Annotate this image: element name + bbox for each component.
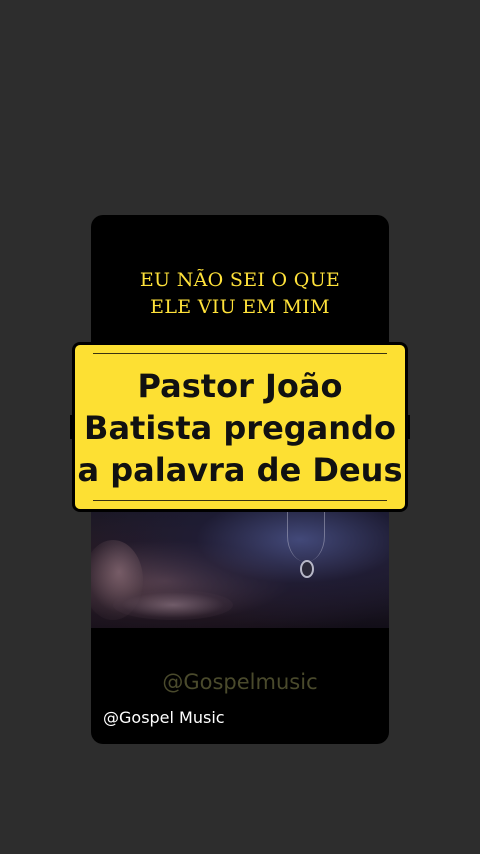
watermark-center: @Gospelmusic	[162, 670, 318, 694]
page: EU NÃO SEI O QUE ELE VIU EM MIM @Gospelm…	[0, 0, 480, 854]
title-line: Pastor João	[137, 367, 343, 405]
caption-line: ELE VIU EM MIM	[150, 296, 330, 318]
caption-line: EU NÃO SEI O QUE	[139, 269, 341, 291]
banner-rule-bottom	[93, 500, 387, 501]
video-caption: EU NÃO SEI O QUE ELE VIU EM MIM	[91, 267, 389, 321]
title-banner: Pastor João Batista pregando a palavra d…	[70, 342, 410, 512]
pendant-icon	[300, 560, 314, 578]
title-line: Batista pregando	[84, 409, 396, 447]
banner-rule-top	[93, 353, 387, 354]
necklace-chain	[287, 510, 325, 562]
title-line: a palavra de Deus	[77, 451, 403, 489]
watermark-channel: @Gospel Music	[103, 708, 225, 727]
hand-silhouette	[113, 590, 233, 620]
video-frame	[91, 510, 389, 628]
video-title: Pastor João Batista pregando a palavra d…	[75, 365, 405, 491]
banner-nub-right	[405, 415, 410, 439]
